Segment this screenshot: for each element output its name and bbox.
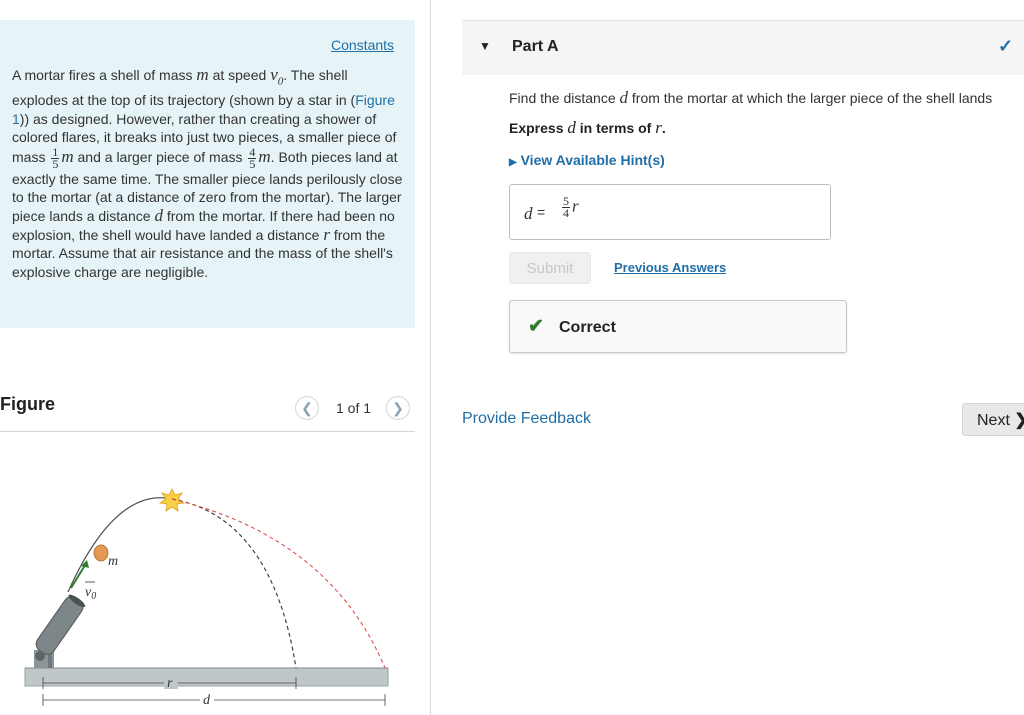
fraction-small: 15 <box>51 144 60 171</box>
chevron-left-icon: ❮ <box>301 399 313 416</box>
trajectory-small-piece <box>171 498 297 669</box>
label-m: m <box>108 554 118 569</box>
next-button[interactable]: Next ❯ <box>962 403 1024 436</box>
constants-link[interactable]: Constants <box>331 37 394 53</box>
previous-answers-link[interactable]: Previous Answers <box>614 260 726 275</box>
checkmark-icon: ✔ <box>528 316 544 337</box>
triangle-right-icon: ▶ <box>509 157 517 168</box>
pager-label: 1 of 1 <box>336 400 372 416</box>
star-burst-icon <box>158 488 186 512</box>
correct-feedback: ✔ Correct <box>509 300 847 353</box>
pager-next-button[interactable]: ❯ <box>386 396 410 420</box>
submit-button[interactable]: Submit <box>509 252 591 284</box>
figure-title: Figure <box>0 394 56 414</box>
mortar-cannon <box>34 594 86 668</box>
triangle-down-icon[interactable]: ▼ <box>479 39 491 53</box>
trajectory-large-piece <box>171 498 386 669</box>
checkmark-icon: ✓ <box>998 36 1014 56</box>
shell <box>93 544 109 562</box>
question-text: Find the distance d from the mortar at w… <box>509 88 993 107</box>
chevron-right-icon: ❯ <box>1014 412 1024 429</box>
correct-label: Correct <box>559 319 616 336</box>
label-v0: v0 <box>85 585 96 602</box>
chevron-right-icon: ❯ <box>392 399 404 416</box>
answer-field[interactable]: d = 54r <box>509 184 831 240</box>
pager-prev-button[interactable]: ❮ <box>295 396 319 420</box>
problem-statement: A mortar fires a shell of mass m at spee… <box>12 65 403 280</box>
view-hints-link[interactable]: ▶ View Available Hint(s) <box>509 152 665 168</box>
part-title[interactable]: Part A <box>512 38 559 56</box>
express-instruction: Express d in terms of r. <box>509 118 666 137</box>
fraction-large: 45 <box>248 144 257 171</box>
trajectory-before <box>67 497 173 593</box>
label-d: d <box>203 693 211 708</box>
label-r: r <box>167 676 173 691</box>
mortar-figure: m v0 r d <box>24 488 389 708</box>
panel-divider <box>430 0 431 715</box>
answer-expression: 54r <box>562 194 579 220</box>
provide-feedback-link[interactable]: Provide Feedback <box>462 410 591 428</box>
